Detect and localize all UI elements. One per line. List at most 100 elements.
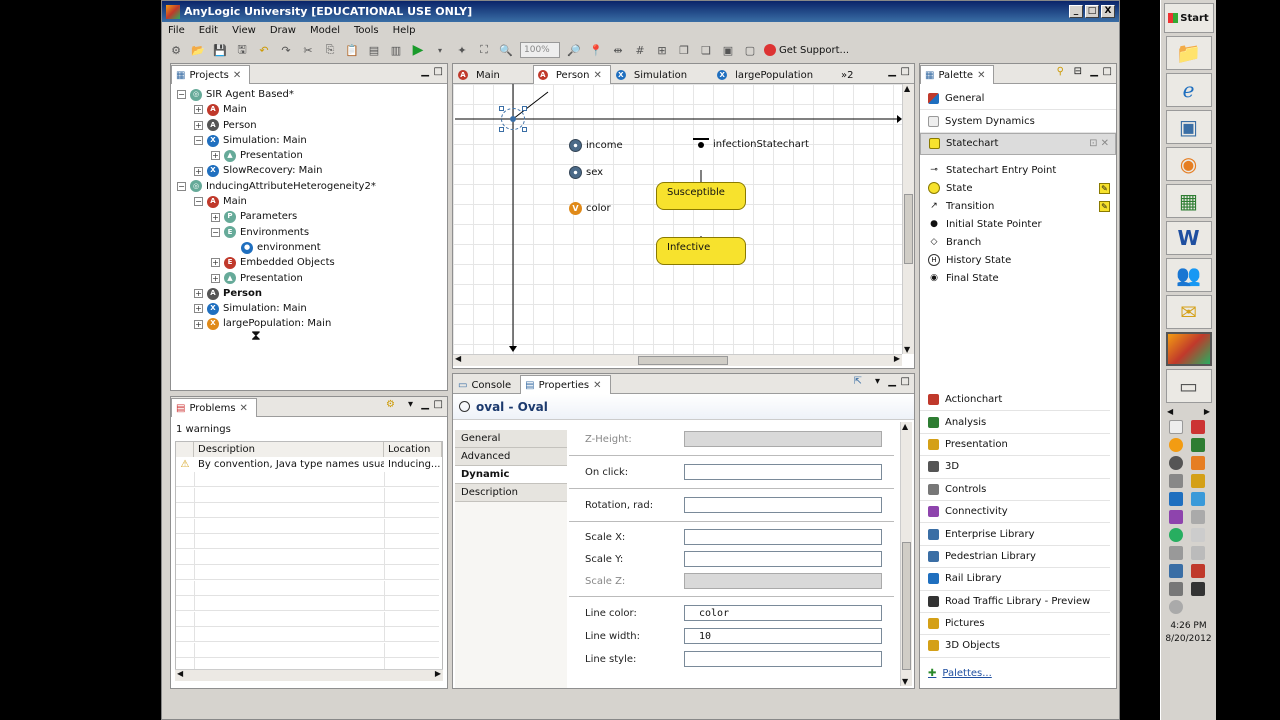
palette-item-branch[interactable]: ◇ Branch: [920, 233, 1116, 251]
maximize-button[interactable]: □: [1085, 5, 1099, 18]
palette-item-state[interactable]: State ✎: [920, 179, 1116, 197]
tray-app-icon[interactable]: [1191, 492, 1205, 506]
scroll-thumb[interactable]: [902, 542, 911, 670]
expand-icon[interactable]: +: [211, 212, 220, 222]
palette-group-3d-objects[interactable]: 3D Objects: [920, 635, 1110, 658]
tree-item[interactable]: − A Main: [177, 194, 447, 209]
expand-icon[interactable]: +: [211, 258, 220, 268]
parameter-sex[interactable]: sex: [569, 166, 603, 179]
tree-item[interactable]: − ◎ InducingAttributeHeterogeneity2*: [177, 179, 447, 194]
tab-console[interactable]: ▭ Console: [453, 375, 520, 394]
scroll-right-icon[interactable]: ▶: [435, 669, 441, 678]
tray-app-icon[interactable]: [1169, 582, 1183, 596]
section-description[interactable]: Description: [455, 484, 567, 502]
palette-pin-icon[interactable]: ⚲: [1057, 66, 1064, 77]
palette-group-3d[interactable]: 3D: [920, 456, 1110, 479]
palette-item-history[interactable]: H History State: [920, 251, 1116, 269]
variable-color[interactable]: V color: [569, 202, 611, 215]
tray-app-icon[interactable]: [1169, 456, 1183, 470]
horizontal-scrollbar[interactable]: ◀ ▶: [453, 354, 902, 366]
tray-app-icon[interactable]: [1191, 582, 1205, 596]
table-row[interactable]: ⚠ By convention, Java type names usuall.…: [176, 457, 442, 472]
tray-app-icon[interactable]: [1169, 564, 1183, 578]
scale-y-field[interactable]: [684, 551, 882, 567]
tree-item[interactable]: + XlargePopulation: Main: [177, 316, 447, 331]
tree-item[interactable]: + A Person: [177, 286, 447, 301]
state-susceptible[interactable]: Susceptible: [656, 182, 746, 210]
view-menu-icon[interactable]: ▾: [875, 376, 880, 387]
tree-item[interactable]: − E Environments: [177, 225, 447, 240]
menu-draw[interactable]: Draw: [270, 25, 296, 36]
vertical-scrollbar[interactable]: ▲ ▼: [902, 84, 914, 354]
palette-group-connectivity[interactable]: Connectivity: [920, 501, 1110, 524]
zoom-level-field[interactable]: 100%: [520, 42, 560, 58]
scroll-up-icon[interactable]: ▲: [904, 84, 910, 93]
line-style-field[interactable]: [684, 651, 882, 667]
maximize-view-icon[interactable]: □: [434, 66, 443, 77]
rotation-field[interactable]: [684, 497, 882, 513]
tray-app-icon[interactable]: [1191, 438, 1205, 452]
copy-icon[interactable]: ⎘: [322, 42, 338, 58]
close-tab-icon[interactable]: ✕: [233, 70, 241, 81]
palette-group-presentation[interactable]: Presentation: [920, 434, 1110, 457]
outlook-icon[interactable]: ✉: [1165, 295, 1212, 329]
menu-help[interactable]: Help: [393, 25, 416, 36]
collapse-icon[interactable]: −: [177, 90, 186, 100]
tray-app-icon[interactable]: [1191, 546, 1205, 560]
menu-edit[interactable]: Edit: [199, 25, 218, 36]
maximize-view-icon[interactable]: □: [434, 399, 443, 410]
line-color-field[interactable]: color: [684, 605, 882, 621]
on-click-field[interactable]: [684, 464, 882, 480]
group-options-icon[interactable]: ⊡ ✕: [1089, 138, 1109, 149]
clock[interactable]: 4:26 PM 8/20/2012: [1161, 620, 1216, 646]
minimize-view-icon[interactable]: ▁: [888, 66, 896, 77]
selected-oval-shape[interactable]: [499, 106, 527, 132]
grid-icon[interactable]: #: [632, 42, 648, 58]
palette-group-road-traffic-library-preview[interactable]: Road Traffic Library - Preview: [920, 591, 1110, 613]
tree-item[interactable]: + ▲ Presentation: [177, 271, 447, 286]
project-tree[interactable]: − ◎ SIR Agent Based* + A Main + A Person − X Simula…: [171, 84, 447, 332]
remote-desktop-icon[interactable]: ▣: [1165, 110, 1212, 144]
pin-icon[interactable]: 📍: [588, 42, 604, 58]
state-infective[interactable]: Infective: [656, 237, 746, 265]
menu-file[interactable]: File: [168, 25, 185, 36]
palette-group-enterprise-library[interactable]: Enterprise Library: [920, 523, 1110, 546]
debug-icon[interactable]: ✦: [454, 42, 470, 58]
tray-left-icon[interactable]: ◀: [1167, 407, 1173, 416]
pin-view-icon[interactable]: ⇱: [854, 376, 862, 387]
paste-icon[interactable]: 📋: [344, 42, 360, 58]
tab-largepopulation[interactable]: X largePopulation: [712, 65, 822, 84]
expand-icon[interactable]: +: [194, 120, 203, 130]
palette-group-system-dynamics[interactable]: System Dynamics: [920, 110, 1116, 133]
tray-app-icon[interactable]: [1169, 492, 1183, 506]
close-button[interactable]: X: [1101, 5, 1115, 18]
palette-menu-icon[interactable]: ⊟: [1074, 66, 1082, 77]
tab-problems[interactable]: ▤ Problems ✕: [171, 398, 257, 417]
internet-explorer-icon[interactable]: ℯ: [1165, 73, 1212, 107]
screen-capture-icon[interactable]: ▭: [1165, 369, 1212, 403]
scroll-left-icon[interactable]: ◀: [177, 669, 183, 678]
section-advanced[interactable]: Advanced: [455, 448, 567, 466]
scroll-left-icon[interactable]: ◀: [455, 354, 461, 363]
palette-group-controls[interactable]: Controls: [920, 479, 1110, 501]
menu-view[interactable]: View: [232, 25, 256, 36]
task-manager-icon[interactable]: ▦: [1165, 184, 1212, 218]
maximize-view-icon[interactable]: □: [901, 66, 910, 77]
expand-icon[interactable]: +: [211, 151, 220, 161]
explorer-icon[interactable]: 📁: [1165, 36, 1212, 70]
close-tab-icon[interactable]: ✕: [593, 70, 601, 81]
minimize-view-icon[interactable]: ▁: [1090, 66, 1098, 77]
tray-app-icon[interactable]: [1191, 474, 1205, 488]
build-all-icon[interactable]: ▥: [388, 42, 404, 58]
undo-icon[interactable]: ↶: [256, 42, 272, 58]
minimize-view-icon[interactable]: ▁: [888, 376, 896, 387]
tray-app-icon[interactable]: [1169, 546, 1183, 560]
statechart-entry[interactable]: infectionStatechart: [693, 138, 809, 150]
tray-scroll[interactable]: ◀ ▶: [1161, 403, 1216, 416]
collapse-icon[interactable]: −: [194, 197, 203, 207]
save-all-icon[interactable]: 🖫: [234, 42, 250, 58]
tray-app-icon[interactable]: [1191, 456, 1205, 470]
horizontal-scrollbar[interactable]: ◀ ▶: [175, 669, 443, 681]
expand-icon[interactable]: +: [211, 273, 220, 283]
minimize-button[interactable]: _: [1069, 5, 1083, 18]
